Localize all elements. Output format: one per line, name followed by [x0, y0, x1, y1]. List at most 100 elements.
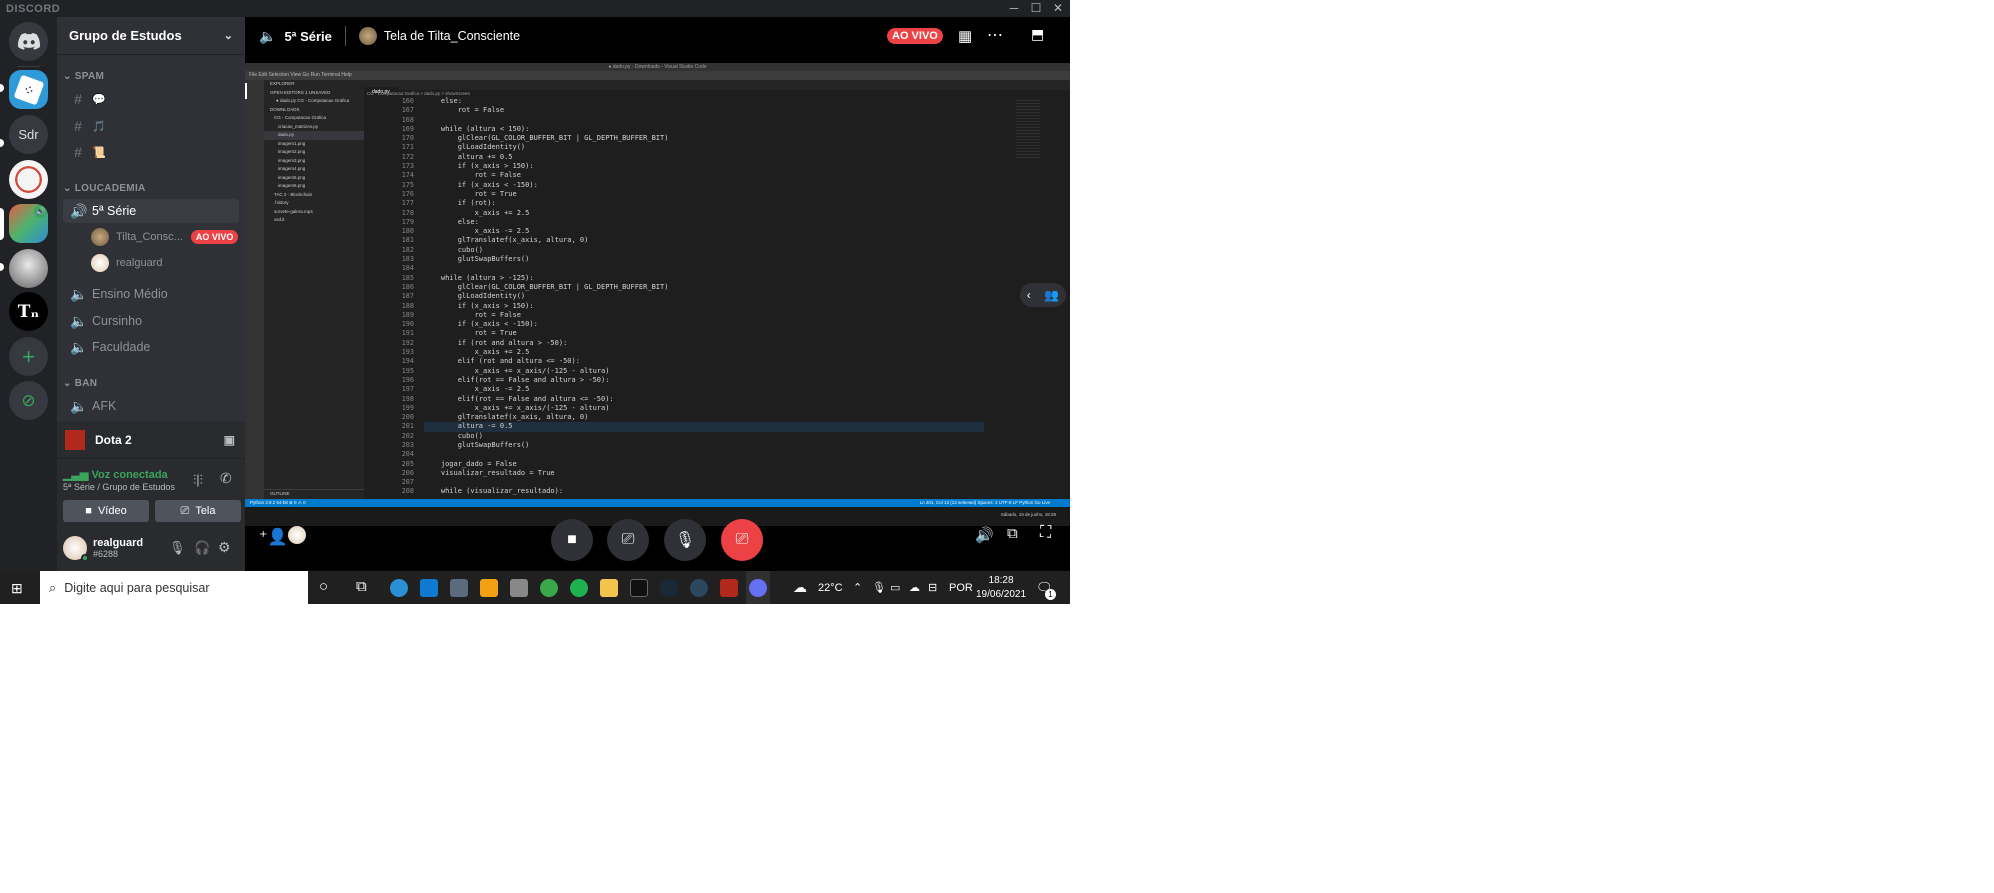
fullscreen-icon[interactable]: ⛶: [1040, 524, 1051, 542]
unread-pill: [0, 139, 4, 147]
shared-screen[interactable]: ● dado.py - Downloads - Visual Studio Co…: [245, 63, 1070, 526]
server-logo-icon[interactable]: [9, 160, 48, 199]
windows-start-icon[interactable]: ⊞: [11, 580, 23, 597]
live-badge: AO VIVO: [190, 230, 239, 244]
microphone-tray-icon[interactable]: 🎙: [872, 571, 886, 604]
screen-share-icon[interactable]: ▣: [224, 433, 235, 447]
code-line: x_axis -= 2.5: [424, 385, 530, 394]
guild-tin[interactable]: Tₙ: [9, 292, 48, 331]
maximize-icon[interactable]: ☐: [1025, 0, 1047, 17]
add-server-icon[interactable]: +: [9, 337, 48, 376]
line-number: 185: [401, 273, 414, 282]
dota-icon[interactable]: [720, 579, 738, 597]
steam-icon[interactable]: [660, 579, 678, 597]
windows-taskbar: ⊞ ⌕ Digite aqui para pesquisar ○ ⧉ ☁ 22°…: [0, 571, 1070, 604]
code-line: x_axis += 2.5: [424, 208, 530, 217]
edge-icon[interactable]: [390, 579, 408, 597]
text-channel-2[interactable]: # 🎵: [63, 114, 239, 138]
weather-icon[interactable]: ☁: [793, 571, 807, 604]
line-number: 180: [401, 227, 414, 236]
category-loucademia[interactable]: ⌄ LOUCADEMIA: [63, 183, 146, 194]
terminal-icon[interactable]: [630, 579, 648, 597]
voice-channel-5a-serie[interactable]: 🔊 5ª Série: [63, 199, 239, 223]
stop-stream-button[interactable]: ⎚: [721, 519, 763, 561]
battery-icon[interactable]: ▭: [890, 571, 900, 604]
video-button[interactable]: ■ Vídeo: [63, 500, 149, 522]
sublime-icon[interactable]: [480, 579, 498, 597]
member-list-toggle[interactable]: ‹ 👥: [1020, 283, 1066, 307]
user-info[interactable]: realguard #6288: [93, 537, 143, 559]
voice-channel-afk[interactable]: 🔈 AFK: [63, 394, 239, 418]
palm-server-icon[interactable]: [9, 249, 48, 288]
invite-user-icon[interactable]: ⁺👤: [259, 527, 287, 547]
voice-channel-cursinho[interactable]: 🔈 Cursinho: [63, 309, 239, 333]
app-icon[interactable]: [510, 579, 528, 597]
microphone-button[interactable]: 🎙: [664, 519, 706, 561]
more-options-icon[interactable]: ⋯: [987, 25, 1003, 45]
code-line: while (visualizar_resultado):: [424, 487, 564, 496]
text-channel-3[interactable]: # 📜: [63, 140, 239, 164]
category-spam[interactable]: ⌄ SPAM: [63, 71, 104, 82]
code-line: x_axis += x_axis/(-125 - altura): [424, 366, 610, 375]
dota-icon: [65, 430, 85, 450]
chevron-down-icon: ⌄: [223, 30, 233, 42]
camera-button[interactable]: ■: [551, 519, 593, 561]
grid-view-icon[interactable]: ▦: [958, 27, 972, 45]
voice-connection-panel: ▁▃▅ Voz conectada 5ª Série / Grupo de Es…: [57, 458, 245, 524]
language[interactable]: POR: [949, 571, 973, 604]
speaker-lock-icon: 🔈: [70, 338, 88, 355]
gear-icon[interactable]: ⚙: [218, 539, 231, 556]
clock[interactable]: 18:28 19/06/2021: [976, 571, 1026, 604]
game-server-icon[interactable]: ⁘: [9, 70, 48, 109]
voice-user-realguard[interactable]: realguard: [91, 254, 162, 272]
user-panel: realguard #6288 🎙 🎧 ⚙: [57, 524, 245, 571]
steam-icon[interactable]: [690, 579, 708, 597]
chevron-up-icon[interactable]: ⌃: [853, 571, 862, 604]
noise-suppression-icon[interactable]: ⫶|⫶: [193, 472, 203, 488]
network-icon[interactable]: ⊟: [928, 571, 937, 604]
line-number: 188: [401, 301, 414, 310]
active-server-icon[interactable]: 🔊: [9, 204, 48, 243]
temperature[interactable]: 22°C: [818, 571, 843, 604]
avatar[interactable]: [63, 535, 89, 562]
stop-share-icon: ⎚: [735, 531, 749, 548]
close-icon[interactable]: ✕: [1047, 0, 1069, 17]
camera-icon: ■: [85, 505, 92, 517]
voice-channel-ensino-medio[interactable]: 🔈 Ensino Médio: [63, 282, 239, 306]
voice-user-tilta[interactable]: Tilta_Consc... AO VIVO: [91, 228, 239, 246]
search-placeholder: Digite aqui para pesquisar: [64, 580, 210, 595]
disconnect-icon[interactable]: ✆: [220, 470, 232, 487]
microphone-icon[interactable]: 🎙: [169, 540, 186, 556]
code-line: jogar_dado = False: [424, 459, 517, 468]
voice-channel-faculdade[interactable]: 🔈 Faculdade: [63, 335, 239, 359]
camera-icon: ■: [567, 531, 577, 548]
inbox-icon[interactable]: ⬒: [1031, 26, 1044, 43]
server-header[interactable]: Grupo de Estudos ⌄: [57, 17, 245, 55]
line-number: 196: [401, 375, 414, 384]
taskbar-search[interactable]: ⌕ Digite aqui para pesquisar: [40, 571, 308, 604]
cloud-icon[interactable]: ☁: [909, 571, 920, 604]
task-view-icon[interactable]: ⧉: [356, 578, 367, 595]
hashtag-icon: #: [74, 118, 82, 134]
headphones-icon[interactable]: 🎧: [194, 540, 210, 556]
evernote-icon[interactable]: [570, 579, 588, 597]
category-ban[interactable]: ⌄ BAN: [63, 378, 97, 389]
cortana-icon[interactable]: ○: [319, 578, 328, 595]
calculator-icon[interactable]: [450, 579, 468, 597]
minimize-icon[interactable]: ─: [1003, 0, 1025, 17]
line-number: 195: [401, 366, 414, 375]
active-app-highlight: [746, 571, 770, 604]
volume-icon[interactable]: 🔊: [975, 526, 994, 544]
screen-share-button[interactable]: ⎚: [607, 519, 649, 561]
vscode-icon[interactable]: [420, 579, 438, 597]
utorrent-icon[interactable]: [540, 579, 558, 597]
popout-icon[interactable]: ⧉: [1007, 525, 1018, 542]
file-explorer-icon[interactable]: [600, 579, 618, 597]
screen-button[interactable]: ⎚ Tela: [155, 500, 241, 522]
explore-compass-icon[interactable]: ⊘: [9, 381, 48, 420]
text-channel-1[interactable]: # 💬: [63, 87, 239, 111]
guild-sdr[interactable]: Sdr: [9, 115, 48, 154]
code-line: if (x_axis > 150):: [424, 301, 534, 310]
discord-home-icon[interactable]: [9, 22, 48, 61]
activity-panel[interactable]: Dota 2 ▣: [57, 422, 245, 458]
